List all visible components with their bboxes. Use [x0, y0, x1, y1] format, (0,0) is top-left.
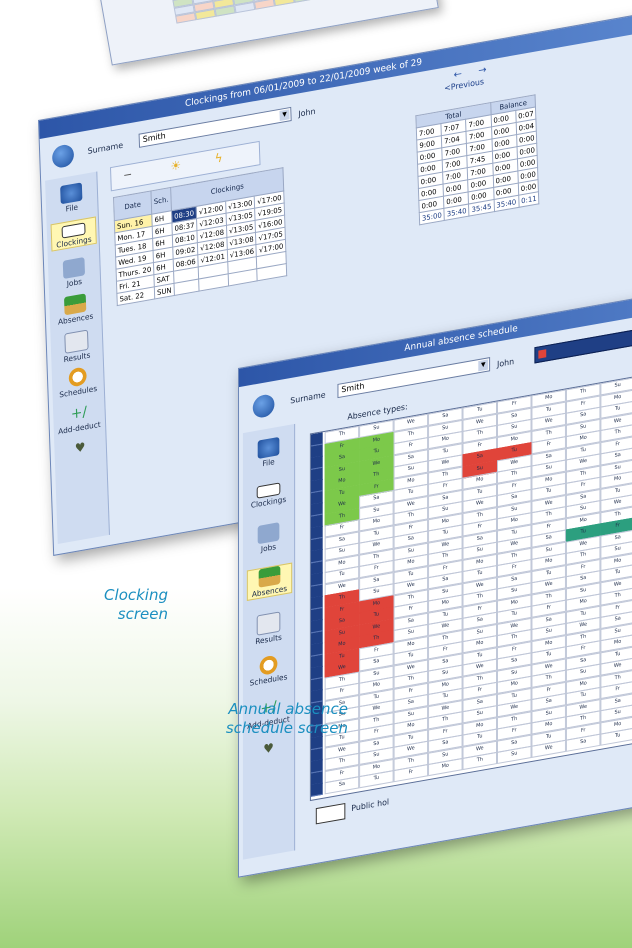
- nav-absences[interactable]: Absences: [246, 562, 293, 602]
- nav-clockings[interactable]: Clockings: [247, 478, 290, 511]
- clock-check-icon: [259, 654, 278, 676]
- clockings-table: Date Sch. Clockings Sun. 16 6H 08:30 √12:00…: [113, 167, 288, 307]
- absence-caption: Annual absence schedule screen: [180, 700, 348, 738]
- clocking-window-title: Clockings from 06/01/2009 to 22/01/2009 …: [184, 57, 423, 110]
- nav-jobs[interactable]: Jobs: [52, 255, 96, 291]
- user-icon: [51, 143, 75, 170]
- firstname-label: John: [497, 356, 515, 370]
- heart-icon: ♥: [74, 439, 86, 456]
- top-window-fragment: [95, 0, 439, 66]
- file-icon: [257, 436, 280, 459]
- minus-button[interactable]: −: [123, 167, 133, 182]
- absence-type-swatch: [538, 349, 547, 359]
- clock-check-icon: [68, 366, 87, 388]
- firstname-label: John: [298, 106, 316, 119]
- arrow-right-icon[interactable]: →: [478, 64, 487, 77]
- nav-results[interactable]: Results: [247, 610, 290, 648]
- grand-total-cell: 0:11: [518, 191, 540, 208]
- clocking-caption: Clocking screen: [92, 586, 168, 624]
- absence-nav: File Clockings Jobs Absences Results Sch…: [242, 423, 296, 860]
- chevron-down-icon: ▼: [279, 109, 290, 122]
- nav-clockings[interactable]: Clockings: [50, 216, 97, 252]
- heart-icon: ♥: [263, 740, 274, 757]
- user-icon: [252, 393, 275, 420]
- absence-row-header: [310, 782, 323, 797]
- nav-absences[interactable]: Absences: [53, 291, 97, 327]
- arrow-left-icon[interactable]: ←: [453, 69, 462, 82]
- nav-jobs[interactable]: Jobs: [247, 520, 290, 556]
- surname-label: Surname: [290, 390, 326, 406]
- public-holiday-swatch: [315, 802, 346, 825]
- absence-window: Annual absence schedule Surname Smith ▼ …: [238, 270, 632, 878]
- nav-file[interactable]: File: [247, 435, 290, 471]
- surname-value: Smith: [142, 131, 166, 145]
- sun-icon[interactable]: ☀: [170, 158, 181, 174]
- top-grid-cell: [253, 0, 276, 10]
- top-grid-cell: [293, 0, 315, 3]
- caption-line: Clocking: [104, 586, 168, 604]
- clocking-cell-sch: SUN: [154, 283, 175, 299]
- surname-label: Surname: [87, 140, 124, 156]
- nav-add-deduct[interactable]: +/Add-deduct: [57, 400, 101, 436]
- nav-file[interactable]: File: [49, 180, 93, 216]
- public-holiday-label: Public hol: [351, 797, 390, 814]
- chevron-down-icon: ▼: [478, 359, 489, 372]
- caption-line: screen: [117, 605, 168, 623]
- surname-value: Smith: [341, 381, 365, 395]
- lightning-icon[interactable]: ϟ: [214, 150, 222, 166]
- nav-schedules[interactable]: Schedules: [56, 364, 100, 400]
- nav-schedules[interactable]: Schedules: [247, 652, 290, 688]
- top-grid-cell: [273, 0, 295, 7]
- totals-table: Total Balance 7:00 7:07 7:00 0:00 0:07 9:00 7:…: [415, 94, 540, 226]
- nav-heart[interactable]: ♥: [247, 738, 290, 760]
- file-icon: [60, 182, 83, 205]
- caption-line: schedule screen: [225, 719, 348, 737]
- nav-heart[interactable]: ♥: [58, 437, 102, 459]
- caption-line: Annual absence: [228, 700, 348, 718]
- previous-link[interactable]: <Previous: [444, 77, 484, 93]
- clocking-nav: File Clockings Jobs Absences Results Sch…: [45, 171, 110, 545]
- nav-results[interactable]: Results: [54, 328, 98, 366]
